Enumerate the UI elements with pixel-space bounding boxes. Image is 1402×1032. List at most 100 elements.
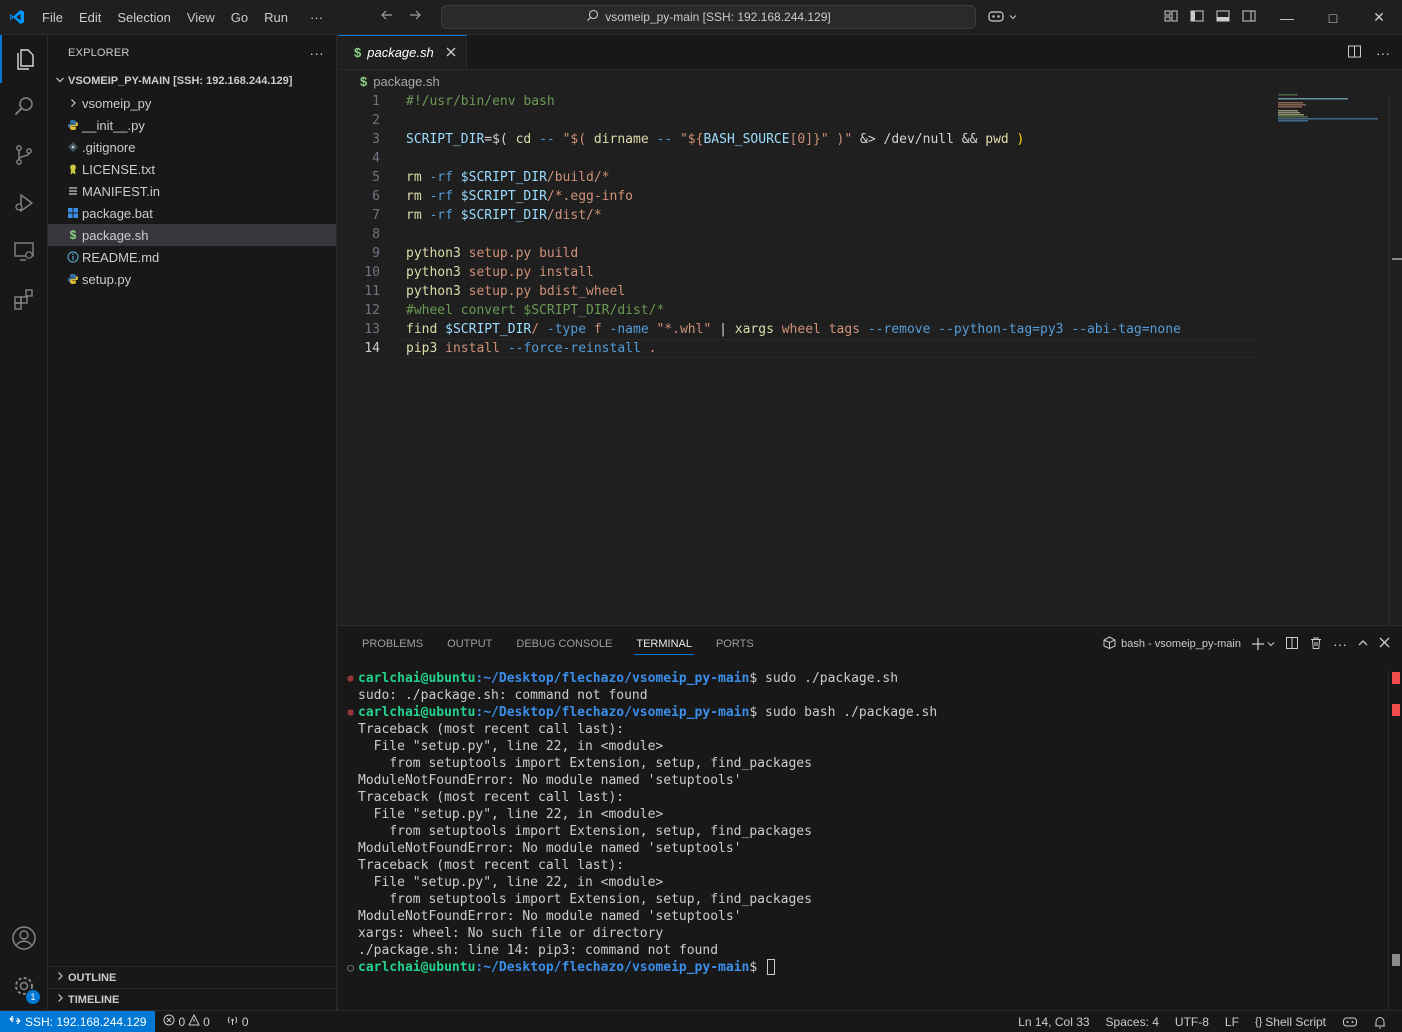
code-token: / bbox=[531, 322, 547, 337]
license-icon bbox=[64, 163, 82, 175]
terminal-line: from setuptools import Extension, setup,… bbox=[343, 891, 1383, 908]
close-window-icon[interactable]: ✕ bbox=[1356, 9, 1402, 26]
file-label: setup.py bbox=[82, 271, 132, 287]
menu-run[interactable]: Run bbox=[256, 0, 296, 35]
toggle-primary-sidebar-icon[interactable] bbox=[1189, 8, 1205, 27]
menu-file[interactable]: File bbox=[34, 0, 71, 35]
chevron-down-icon bbox=[52, 75, 68, 88]
tab-debug-console[interactable]: DEBUG CONSOLE bbox=[504, 626, 624, 662]
workspace-folder[interactable]: VSOMEIP_PY-MAIN [SSH: 192.168.244.129] bbox=[48, 70, 336, 92]
terminal-selector[interactable]: bash - vsomeip_py-main bbox=[1103, 636, 1241, 652]
manage-gear-icon[interactable]: 1 bbox=[0, 962, 48, 1010]
tab-terminal[interactable]: TERMINAL bbox=[624, 626, 704, 662]
tab-package-sh[interactable]: $ package.sh bbox=[338, 35, 467, 69]
dollar-icon: $ bbox=[354, 45, 362, 60]
code-line: 5 rm -rf $SCRIPT_DIR/build/* bbox=[338, 168, 1388, 187]
toggle-panel-icon[interactable] bbox=[1215, 8, 1231, 27]
bottom-panel: PROBLEMS OUTPUT DEBUG CONSOLE TERMINAL P… bbox=[338, 625, 1402, 1010]
toggle-secondary-sidebar-icon[interactable] bbox=[1241, 8, 1257, 27]
editor-more-icon[interactable]: ··· bbox=[1376, 45, 1390, 61]
file-label: package.sh bbox=[82, 227, 149, 243]
ports-indicator[interactable]: 0 bbox=[218, 1011, 257, 1032]
terminal-scrollbar[interactable] bbox=[1388, 670, 1402, 1010]
code-token: ) bbox=[1008, 132, 1025, 147]
forward-arrow-icon[interactable] bbox=[408, 8, 422, 27]
menu-selection[interactable]: Selection bbox=[109, 0, 178, 35]
end-of-line[interactable]: LF bbox=[1217, 1011, 1247, 1032]
terminal-command: $ bbox=[749, 960, 765, 975]
kill-terminal-trash-icon[interactable] bbox=[1309, 636, 1323, 653]
outline-section[interactable]: OUTLINE bbox=[48, 966, 337, 988]
explorer-more-button[interactable]: ··· bbox=[309, 45, 324, 61]
explorer-icon[interactable] bbox=[0, 35, 48, 83]
code-token: #wheel convert $SCRIPT_DIR/dist/* bbox=[406, 303, 665, 318]
line-number: 8 bbox=[372, 227, 380, 242]
code-token: install bbox=[437, 341, 508, 356]
code-token: -- bbox=[531, 132, 563, 147]
menu-edit[interactable]: Edit bbox=[71, 0, 109, 35]
code-token: install bbox=[539, 265, 594, 280]
file-item[interactable]: MANIFEST.in bbox=[48, 180, 336, 202]
split-editor-icon[interactable] bbox=[1347, 44, 1362, 62]
ports-antenna-icon bbox=[226, 1014, 239, 1029]
activity-bar: 1 bbox=[0, 35, 48, 1010]
close-panel-icon[interactable] bbox=[1379, 637, 1390, 651]
code-token: [0]}" bbox=[789, 132, 829, 147]
file-item[interactable]: LICENSE.txt bbox=[48, 158, 336, 180]
tab-ports[interactable]: PORTS bbox=[704, 626, 766, 662]
minimize-icon[interactable]: — bbox=[1264, 10, 1310, 26]
menu-view[interactable]: View bbox=[179, 0, 223, 35]
source-control-icon[interactable] bbox=[0, 131, 48, 179]
terminal-line: Traceback (most recent call last): bbox=[343, 789, 1383, 806]
search-view-icon[interactable] bbox=[0, 83, 48, 131]
file-item[interactable]: setup.py bbox=[48, 268, 336, 290]
code-token: $SCRIPT_DIR bbox=[460, 208, 547, 223]
remote-explorer-icon[interactable] bbox=[0, 227, 48, 275]
code-token: SCRIPT_DIR bbox=[406, 132, 485, 147]
code-editor[interactable]: 1 #!/usr/bin/env bash 2 3 SCRIPT_DIR=$( cd… bbox=[338, 92, 1388, 358]
terminal-text: ModuleNotFoundError: No module named 'se… bbox=[358, 841, 742, 856]
file-item[interactable]: README.md bbox=[48, 246, 336, 268]
split-terminal-icon[interactable] bbox=[1285, 636, 1299, 653]
remote-indicator[interactable]: SSH: 192.168.244.129 bbox=[0, 1010, 156, 1032]
folder-item[interactable]: vsomeip_py bbox=[48, 92, 336, 114]
file-item[interactable]: package.bat bbox=[48, 202, 336, 224]
code-token: | bbox=[711, 322, 735, 337]
notifications-bell-icon[interactable] bbox=[1366, 1011, 1394, 1032]
tab-problems[interactable]: PROBLEMS bbox=[350, 626, 435, 662]
prompt-path: :~/Desktop/flechazo/vsomeip_py-main bbox=[475, 960, 750, 975]
encoding[interactable]: UTF-8 bbox=[1167, 1011, 1217, 1032]
menu-go[interactable]: Go bbox=[223, 0, 256, 35]
file-item[interactable]: .gitignore bbox=[48, 136, 336, 158]
command-center-search[interactable]: vsomeip_py-main [SSH: 192.168.244.129] bbox=[441, 5, 976, 29]
language-mode[interactable]: {} Shell Script bbox=[1247, 1011, 1334, 1032]
extensions-icon[interactable] bbox=[0, 275, 48, 323]
error-marker bbox=[1392, 704, 1400, 716]
python-icon bbox=[64, 273, 82, 285]
back-arrow-icon[interactable] bbox=[380, 8, 394, 27]
menu-more[interactable]: ··· bbox=[296, 0, 331, 35]
tab-output[interactable]: OUTPUT bbox=[435, 626, 504, 662]
customize-layout-icon[interactable] bbox=[1163, 8, 1179, 27]
breadcrumb-file[interactable]: package.sh bbox=[373, 74, 440, 89]
maximize-panel-icon[interactable] bbox=[1357, 637, 1369, 652]
minimap[interactable] bbox=[1274, 92, 1384, 132]
indentation[interactable]: Spaces: 4 bbox=[1098, 1011, 1167, 1032]
run-debug-icon[interactable] bbox=[0, 179, 48, 227]
maximize-icon[interactable]: □ bbox=[1310, 10, 1356, 26]
close-tab-icon[interactable] bbox=[446, 45, 456, 60]
problems-indicator[interactable]: 0 0 bbox=[155, 1011, 217, 1032]
code-token: BASH_SOURCE bbox=[703, 132, 790, 147]
copilot-status-icon[interactable] bbox=[1334, 1011, 1366, 1032]
copilot-button[interactable] bbox=[987, 7, 1017, 27]
cursor-position[interactable]: Ln 14, Col 33 bbox=[1010, 1011, 1097, 1032]
timeline-section[interactable]: TIMELINE bbox=[48, 988, 337, 1010]
file-item[interactable]: $ package.sh bbox=[48, 224, 336, 246]
terminal-output[interactable]: ⊗ carlchai@ubuntu:~/Desktop/flechazo/vsom… bbox=[343, 670, 1383, 976]
accounts-icon[interactable] bbox=[0, 914, 48, 962]
panel-more-icon[interactable]: ··· bbox=[1333, 636, 1347, 652]
new-terminal-icon[interactable] bbox=[1251, 637, 1275, 651]
file-item[interactable]: __init__.py bbox=[48, 114, 336, 136]
code-token: xargs bbox=[734, 322, 774, 337]
editor-scrollbar[interactable] bbox=[1389, 92, 1402, 625]
